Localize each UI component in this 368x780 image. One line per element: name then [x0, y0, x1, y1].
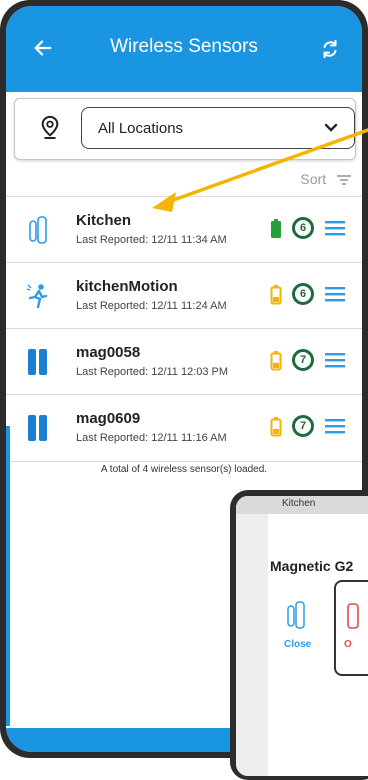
door-sensor-icon — [287, 601, 305, 629]
list-item[interactable]: Kitchen Last Reported: 12/11 11:34 AM 6 — [6, 196, 362, 263]
list-item[interactable]: mag0609 Last Reported: 12/11 11:16 AM 7 — [6, 394, 362, 462]
magnetic-sensor-icon — [28, 349, 47, 375]
arrow-left-icon[interactable] — [32, 37, 54, 59]
sensor-name: mag0058 — [76, 344, 141, 361]
list-item[interactable]: kitchenMotion Last Reported: 12/11 11:24… — [6, 262, 362, 329]
menu-icon[interactable] — [325, 286, 345, 302]
detail-phone: Kitchen Magnetic G2 Close O — [230, 490, 368, 780]
location-pin-icon — [41, 115, 59, 139]
detail-title: Magnetic G2 — [270, 558, 354, 574]
sensor-name: kitchenMotion — [76, 278, 178, 295]
open-state-button[interactable]: O — [334, 580, 368, 676]
door-sensor-icon — [29, 216, 47, 244]
detail-side-panel — [236, 496, 268, 776]
last-reported: Last Reported: 12/11 11:16 AM — [76, 432, 227, 444]
refresh-icon[interactable] — [319, 38, 341, 60]
detail-header-label: Kitchen — [282, 498, 316, 509]
level-badge: 6 — [292, 283, 314, 305]
battery-icon — [270, 285, 282, 305]
battery-icon — [270, 417, 282, 437]
list-item[interactable]: mag0058 Last Reported: 12/11 12:03 PM 7 — [6, 328, 362, 395]
location-select[interactable]: All Locations — [81, 107, 355, 149]
last-reported: Last Reported: 12/11 12:03 PM — [76, 366, 229, 378]
sensor-name: Kitchen — [76, 212, 132, 229]
menu-icon[interactable] — [325, 418, 345, 434]
detail-screen: Kitchen Magnetic G2 Close O — [236, 496, 368, 776]
magnetic-sensor-icon — [28, 415, 47, 441]
chevron-down-icon — [324, 123, 338, 132]
sort-button[interactable]: Sort — [300, 171, 352, 187]
close-state-label[interactable]: Close — [284, 639, 311, 650]
side-accent — [6, 426, 10, 726]
door-sensor-open-icon — [347, 603, 359, 629]
last-reported: Last Reported: 12/11 11:34 AM — [76, 234, 227, 246]
location-select-value: All Locations — [98, 120, 184, 137]
sensor-name: mag0609 — [76, 410, 141, 427]
sensor-count-text: A total of 4 wireless sensor(s) loaded. — [100, 464, 268, 475]
open-state-label: O — [344, 639, 352, 650]
sort-label: Sort — [300, 171, 327, 187]
menu-icon[interactable] — [325, 220, 345, 236]
level-badge: 7 — [292, 349, 314, 371]
battery-icon — [271, 219, 281, 238]
page-title: Wireless Sensors — [110, 36, 258, 57]
battery-icon — [270, 351, 282, 371]
menu-icon[interactable] — [325, 352, 345, 368]
detail-header: Kitchen — [236, 496, 368, 514]
level-badge: 7 — [292, 415, 314, 437]
sort-icon — [337, 175, 351, 186]
motion-sensor-icon — [26, 284, 48, 309]
last-reported: Last Reported: 12/11 11:24 AM — [76, 300, 227, 312]
location-filter-card: All Locations — [14, 98, 356, 160]
level-badge: 6 — [292, 217, 314, 239]
app-header: Wireless Sensors — [6, 6, 362, 92]
